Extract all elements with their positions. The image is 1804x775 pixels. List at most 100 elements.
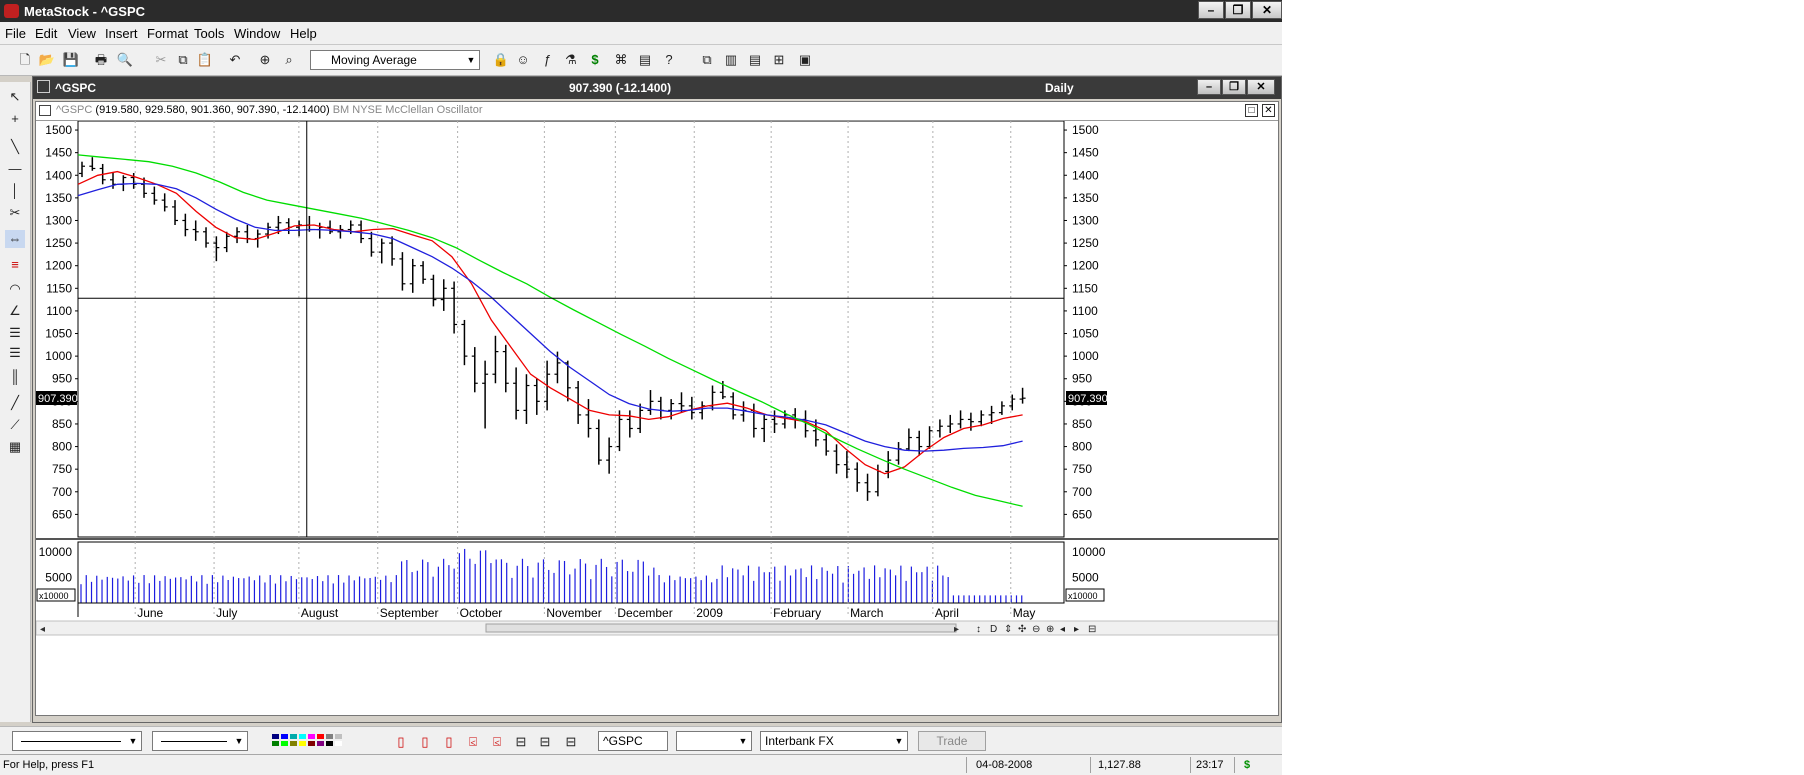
- gann-fan-icon[interactable]: ⟋: [5, 416, 25, 434]
- trendline-tool-icon[interactable]: ╲: [5, 138, 25, 156]
- palette-swatch[interactable]: [299, 741, 306, 746]
- copy-icon[interactable]: ⧉: [174, 51, 192, 69]
- zoom-icon[interactable]: ⌕: [280, 51, 298, 69]
- palette-swatch[interactable]: [308, 734, 315, 739]
- palette-swatch[interactable]: [317, 734, 324, 739]
- palette-swatch[interactable]: [281, 741, 288, 746]
- price-bar: [192, 220, 199, 241]
- tile-vertical-icon[interactable]: ▥: [722, 51, 740, 69]
- palette-swatch[interactable]: [326, 741, 333, 746]
- x-tick-label: June: [137, 606, 163, 620]
- expert-icon[interactable]: ☺: [514, 51, 532, 69]
- x-tick-label: 2009: [696, 606, 723, 620]
- paste-icon[interactable]: 📋: [196, 51, 214, 69]
- candlevolume-icon[interactable]: ⍃: [488, 733, 506, 751]
- print-preview-icon[interactable]: 🔍: [116, 51, 134, 69]
- tile-horizontal-icon[interactable]: ▤: [746, 51, 764, 69]
- indicator-select[interactable]: Moving Average ▼: [310, 50, 480, 70]
- minimize-button[interactable]: –: [1198, 1, 1224, 19]
- palette-swatch[interactable]: [272, 734, 279, 739]
- arc-tool-icon[interactable]: ◠: [5, 280, 25, 298]
- cut-icon[interactable]: ✂: [152, 51, 170, 69]
- trade-button[interactable]: Trade: [918, 731, 986, 751]
- vertical-line-tool-icon[interactable]: │: [5, 182, 25, 200]
- palette-swatch[interactable]: [290, 734, 297, 739]
- zoom-tool-icon[interactable]: ⇔: [5, 230, 25, 248]
- palette-swatch[interactable]: [308, 741, 315, 746]
- fibonacci-retracement-icon[interactable]: ☰: [5, 324, 25, 342]
- menu-tools[interactable]: Tools: [194, 26, 224, 41]
- pane-split-icon[interactable]: ⊟: [512, 733, 530, 751]
- x-tick-label: March: [850, 606, 883, 620]
- y-axis-left: 6507007508008509009501000105011001150120…: [36, 123, 78, 521]
- save-icon[interactable]: 💾: [62, 51, 80, 69]
- palette-swatch[interactable]: [335, 734, 342, 739]
- horizontal-line-tool-icon[interactable]: —: [5, 160, 25, 178]
- scroll-control-icon: D: [990, 624, 997, 635]
- line-tool-icon[interactable]: ╱: [5, 394, 25, 412]
- line-weight-select[interactable]: ▼: [152, 731, 248, 751]
- cascade-icon[interactable]: ⧉: [698, 51, 716, 69]
- candle-style-icon[interactable]: ▯: [416, 733, 434, 751]
- tile-grid-icon[interactable]: ⊞: [770, 51, 788, 69]
- print-icon[interactable]: 🖶: [92, 51, 110, 69]
- pane-close-button[interactable]: ✕: [1262, 104, 1275, 117]
- symbol-field[interactable]: ^GSPC: [598, 731, 668, 751]
- price-bar: [461, 319, 468, 366]
- volume-multiplier-left: x10000: [39, 591, 69, 601]
- price-chart[interactable]: 6507007508008509009501000105011001150120…: [36, 121, 1278, 716]
- bar-chart-icon[interactable]: ⍃: [464, 733, 482, 751]
- scissors-tool-icon[interactable]: ✂: [5, 204, 25, 222]
- fan-tool-icon[interactable]: ∠: [5, 302, 25, 320]
- maximize-button[interactable]: ❐: [1225, 1, 1251, 19]
- formula-icon[interactable]: ƒ: [538, 51, 556, 69]
- menu-help[interactable]: Help: [290, 26, 317, 41]
- pane-maximize-button[interactable]: □: [1245, 104, 1258, 117]
- palette-swatch[interactable]: [290, 741, 297, 746]
- palette-swatch[interactable]: [281, 734, 288, 739]
- dollar-icon[interactable]: $: [586, 51, 604, 69]
- explorer-icon[interactable]: ⚗: [562, 51, 580, 69]
- periodicity-select[interactable]: ▼: [676, 731, 752, 751]
- chart-close-button[interactable]: ✕: [1247, 79, 1275, 95]
- channel-tool-icon[interactable]: ≡: [5, 256, 25, 274]
- palette-swatch[interactable]: [326, 734, 333, 739]
- menu-window[interactable]: Window: [234, 26, 280, 41]
- y-tick-label-right: 1300: [1072, 213, 1099, 227]
- bar-style-icon[interactable]: ▯: [392, 733, 410, 751]
- price-bar: [905, 428, 912, 452]
- palette-swatch[interactable]: [299, 734, 306, 739]
- line-style-select[interactable]: ▼: [12, 731, 142, 751]
- pointer-tool-icon[interactable]: ↖: [5, 88, 25, 106]
- close-button[interactable]: ✕: [1252, 1, 1282, 19]
- chart-maximize-button[interactable]: ❐: [1222, 79, 1246, 95]
- scroll-control-icon: ⊕: [1046, 624, 1054, 635]
- grid-tool-icon[interactable]: ▦: [5, 438, 25, 456]
- cycle-lines-icon[interactable]: ║: [5, 368, 25, 386]
- system-tester-icon[interactable]: ▤: [636, 51, 654, 69]
- menu-view[interactable]: View: [68, 26, 96, 41]
- pane-merge-icon[interactable]: ⊟: [536, 733, 554, 751]
- pane-stack-icon[interactable]: ⊟: [562, 733, 580, 751]
- palette-swatch[interactable]: [335, 741, 342, 746]
- palette-swatch[interactable]: [317, 741, 324, 746]
- menu-insert[interactable]: Insert: [105, 26, 138, 41]
- palette-swatch[interactable]: [272, 741, 279, 746]
- undo-icon[interactable]: ↶: [226, 51, 244, 69]
- layout-icon[interactable]: ▣: [796, 51, 814, 69]
- menu-format[interactable]: Format: [147, 26, 188, 41]
- color-palette[interactable]: [272, 734, 362, 748]
- new-icon[interactable]: 🗋: [16, 51, 34, 69]
- crosshair-icon[interactable]: ⊕: [256, 51, 274, 69]
- retracement-r-icon[interactable]: ☰: [5, 344, 25, 362]
- help-pointer-icon[interactable]: ?: [660, 51, 678, 69]
- menu-edit[interactable]: Edit: [35, 26, 57, 41]
- menu-file[interactable]: File: [5, 26, 26, 41]
- open-icon[interactable]: 📂: [38, 51, 56, 69]
- data-provider-select[interactable]: Interbank FX ▼: [760, 731, 908, 751]
- chart-minimize-button[interactable]: –: [1197, 79, 1221, 95]
- crosshair-tool-icon[interactable]: +: [5, 110, 25, 128]
- line-chart-icon[interactable]: ▯: [440, 733, 458, 751]
- lock-icon[interactable]: 🔒: [492, 51, 510, 69]
- binoculars-icon[interactable]: ⌘: [612, 51, 630, 69]
